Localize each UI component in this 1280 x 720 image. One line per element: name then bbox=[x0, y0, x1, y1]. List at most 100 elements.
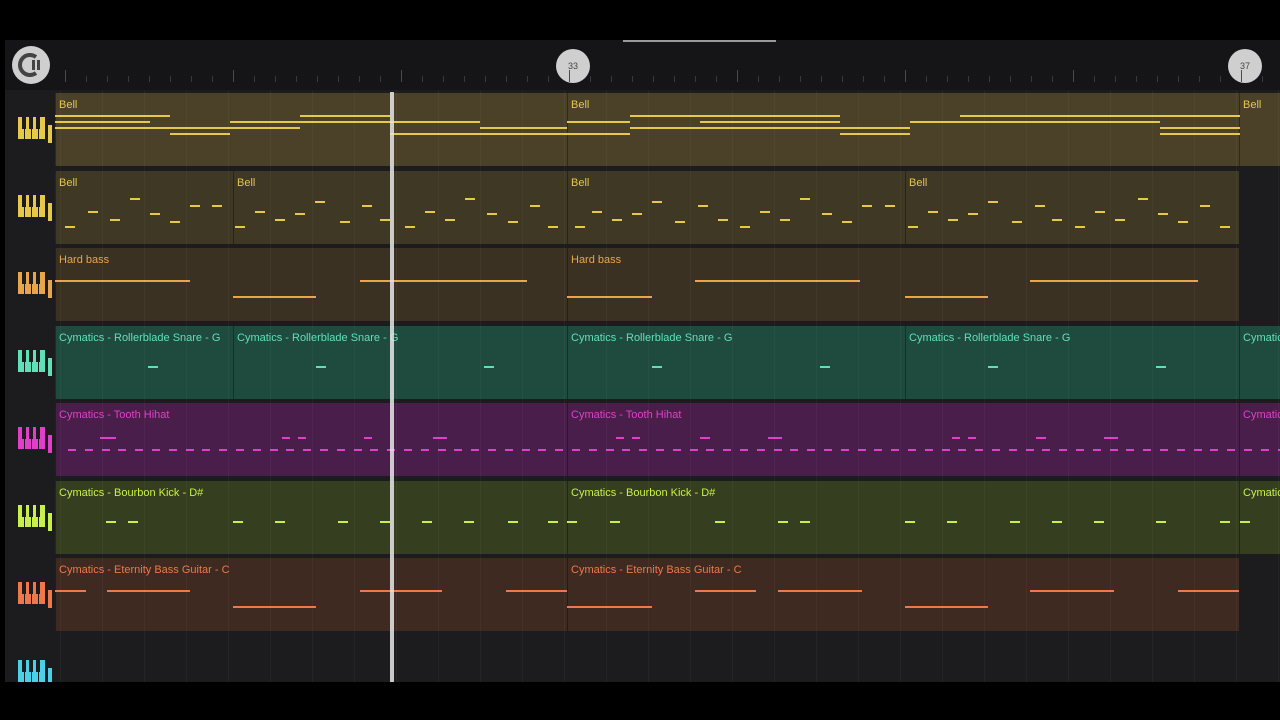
midi-note[interactable] bbox=[1138, 197, 1148, 200]
midi-note[interactable] bbox=[700, 121, 840, 123]
piano-roll-icon[interactable] bbox=[16, 503, 56, 533]
midi-note[interactable] bbox=[885, 204, 895, 207]
midi-note[interactable] bbox=[484, 365, 494, 368]
midi-note[interactable] bbox=[715, 520, 725, 523]
midi-note[interactable] bbox=[68, 449, 76, 451]
midi-note[interactable] bbox=[135, 449, 144, 451]
clip[interactable]: Cymatics - Eternity Bass Guitar - C bbox=[55, 558, 567, 631]
midi-note[interactable] bbox=[1012, 220, 1022, 223]
midi-note[interactable] bbox=[928, 210, 938, 213]
midi-note[interactable] bbox=[567, 133, 630, 135]
midi-note[interactable] bbox=[1156, 365, 1166, 368]
midi-note[interactable] bbox=[1227, 449, 1236, 451]
midi-note[interactable] bbox=[1220, 225, 1230, 228]
midi-note[interactable] bbox=[1160, 127, 1240, 129]
midi-note[interactable] bbox=[632, 212, 642, 215]
midi-note[interactable] bbox=[780, 218, 790, 221]
midi-note[interactable] bbox=[315, 200, 325, 203]
midi-note[interactable] bbox=[874, 449, 883, 451]
midi-note[interactable] bbox=[1220, 520, 1230, 523]
midi-note[interactable] bbox=[433, 437, 447, 439]
midi-note[interactable] bbox=[807, 449, 816, 451]
midi-note[interactable] bbox=[778, 590, 862, 592]
midi-note[interactable] bbox=[652, 365, 662, 368]
midi-note[interactable] bbox=[445, 218, 455, 221]
midi-note[interactable] bbox=[1052, 520, 1062, 523]
midi-note[interactable] bbox=[110, 218, 120, 221]
midi-note[interactable] bbox=[575, 225, 585, 228]
midi-note[interactable] bbox=[316, 365, 326, 368]
midi-note[interactable] bbox=[286, 449, 295, 451]
midi-note[interactable] bbox=[300, 121, 390, 123]
clip[interactable]: Bell bbox=[55, 93, 567, 166]
midi-note[interactable] bbox=[790, 449, 799, 451]
midi-note[interactable] bbox=[1143, 449, 1152, 451]
midi-note[interactable] bbox=[695, 280, 860, 282]
bar-marker-33[interactable]: 33 bbox=[556, 49, 590, 83]
midi-note[interactable] bbox=[567, 121, 630, 123]
midi-note[interactable] bbox=[298, 437, 306, 439]
midi-note[interactable] bbox=[530, 204, 540, 207]
midi-note[interactable] bbox=[1104, 437, 1118, 439]
midi-note[interactable] bbox=[924, 449, 933, 451]
midi-note[interactable] bbox=[236, 449, 244, 451]
midi-note[interactable] bbox=[390, 133, 567, 135]
midi-note[interactable] bbox=[1094, 520, 1104, 523]
midi-note[interactable] bbox=[504, 449, 513, 451]
midi-note[interactable] bbox=[555, 449, 564, 451]
timeline-ruler[interactable]: 33 37 bbox=[5, 40, 1280, 90]
midi-note[interactable] bbox=[233, 296, 316, 298]
midi-note[interactable] bbox=[695, 590, 756, 592]
midi-note[interactable] bbox=[639, 449, 648, 451]
midi-note[interactable] bbox=[420, 449, 429, 451]
midi-note[interactable] bbox=[768, 437, 782, 439]
midi-note[interactable] bbox=[1030, 280, 1198, 282]
midi-note[interactable] bbox=[230, 121, 300, 123]
midi-note[interactable] bbox=[656, 449, 664, 451]
midi-note[interactable] bbox=[360, 280, 527, 282]
clip[interactable]: Cymatics - Bourbon Kick - D# bbox=[1239, 480, 1280, 554]
clip[interactable]: Bell bbox=[567, 93, 1239, 166]
midi-note[interactable] bbox=[652, 200, 662, 203]
clip[interactable]: Cymatics - Rollerblade Snare - G bbox=[905, 325, 1239, 399]
midi-note[interactable] bbox=[233, 606, 316, 608]
midi-note[interactable] bbox=[842, 220, 852, 223]
midi-note[interactable] bbox=[190, 204, 200, 207]
piano-roll-icon[interactable] bbox=[16, 580, 56, 610]
midi-note[interactable] bbox=[405, 225, 415, 228]
midi-note[interactable] bbox=[275, 218, 285, 221]
track-lane-hihat[interactable]: Cymatics - Tooth Hihat Cymatics - Tooth H… bbox=[55, 403, 1280, 476]
midi-note[interactable] bbox=[282, 437, 290, 439]
clip[interactable]: Hard bass bbox=[567, 248, 1239, 321]
piano-roll-icon[interactable] bbox=[16, 193, 56, 223]
midi-note[interactable] bbox=[1160, 133, 1240, 135]
clip[interactable]: Hard bass bbox=[55, 248, 567, 321]
clip[interactable]: Cymatics - Tooth Hihat bbox=[55, 403, 567, 476]
midi-note[interactable] bbox=[362, 204, 372, 207]
midi-note[interactable] bbox=[1158, 212, 1168, 215]
midi-note[interactable] bbox=[508, 520, 518, 523]
midi-note[interactable] bbox=[1126, 449, 1135, 451]
midi-note[interactable] bbox=[1092, 449, 1101, 451]
midi-note[interactable] bbox=[1260, 449, 1269, 451]
midi-note[interactable] bbox=[336, 449, 345, 451]
clip[interactable]: Cymatics - Rollerblade Snare - G bbox=[567, 325, 905, 399]
midi-note[interactable] bbox=[364, 437, 372, 439]
midi-note[interactable] bbox=[968, 437, 976, 439]
midi-note[interactable] bbox=[65, 225, 75, 228]
midi-note[interactable] bbox=[992, 449, 1000, 451]
midi-note[interactable] bbox=[233, 520, 243, 523]
midi-note[interactable] bbox=[150, 212, 160, 215]
midi-note[interactable] bbox=[422, 520, 432, 523]
piano-roll-icon[interactable] bbox=[16, 425, 56, 455]
midi-note[interactable] bbox=[488, 449, 496, 451]
clip[interactable]: Cymatics - Tooth Hihat bbox=[567, 403, 1239, 476]
clip[interactable]: Bell bbox=[233, 170, 567, 244]
midi-note[interactable] bbox=[1052, 218, 1062, 221]
midi-note[interactable] bbox=[592, 210, 602, 213]
midi-note[interactable] bbox=[588, 449, 597, 451]
midi-note[interactable] bbox=[380, 218, 390, 221]
midi-note[interactable] bbox=[672, 449, 681, 451]
playhead[interactable] bbox=[390, 92, 394, 682]
scroll-indicator[interactable] bbox=[623, 40, 776, 42]
